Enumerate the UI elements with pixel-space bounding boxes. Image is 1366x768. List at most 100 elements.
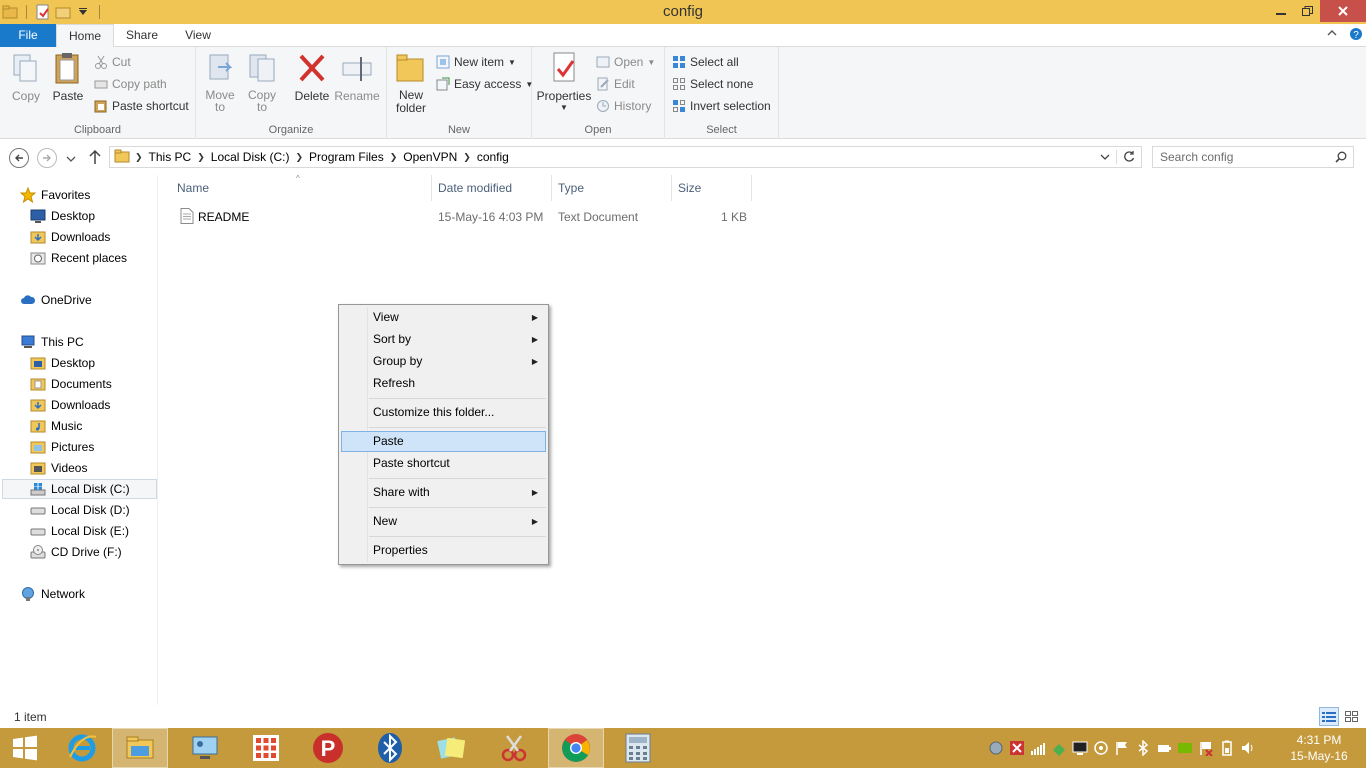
tab-share[interactable]: Share [116, 24, 168, 47]
open-button[interactable]: Open ▼ [596, 53, 655, 71]
nav-pc-downloads[interactable]: Downloads [30, 395, 110, 415]
history-button[interactable]: History [596, 97, 651, 115]
menu-item-refresh[interactable]: Refresh [341, 373, 546, 394]
show-hidden-icons-icon[interactable] [988, 740, 1004, 756]
menu-item-view[interactable]: View ▶ [341, 307, 546, 328]
bluetooth-taskbar-icon[interactable] [362, 728, 418, 768]
new-folder-button[interactable]: New folder [393, 51, 429, 115]
rename-button[interactable]: Rename [334, 51, 380, 103]
nav-pc-pictures[interactable]: Pictures [30, 437, 94, 457]
search-input[interactable]: Search config [1152, 146, 1354, 168]
forward-button[interactable] [37, 148, 57, 168]
details-view-button[interactable] [1319, 707, 1339, 726]
volume-app-tray-icon[interactable] [1093, 740, 1109, 756]
flag-tray-icon[interactable] [1114, 740, 1130, 756]
paste-shortcut-button[interactable]: Paste shortcut [94, 97, 189, 115]
back-button[interactable] [9, 148, 29, 168]
nav-pc-music[interactable]: Music [30, 416, 82, 436]
address-dropdown-icon[interactable] [1094, 150, 1117, 164]
psiphon-taskbar-icon[interactable]: P [300, 728, 356, 768]
clock[interactable]: 4:31 PM 15-May-16 [1286, 732, 1352, 764]
nav-pc-desktop[interactable]: Desktop [30, 353, 95, 373]
menu-item-new[interactable]: New ▶ [341, 511, 546, 532]
cut-button[interactable]: Cut [94, 53, 131, 71]
action-center-icon[interactable] [1198, 740, 1214, 757]
recent-locations-icon[interactable] [66, 152, 76, 166]
file-explorer-taskbar-icon[interactable] [112, 728, 168, 768]
new-item-button[interactable]: New item ▼ [436, 53, 516, 71]
tab-file[interactable]: File [0, 24, 56, 47]
sticky-notes-taskbar-icon[interactable] [424, 728, 480, 768]
minimize-button[interactable] [1268, 0, 1294, 22]
easy-access-button[interactable]: Easy access ▼ [436, 75, 533, 93]
copy-path-button[interactable]: Copy path [94, 75, 167, 93]
menu-item-group-by[interactable]: Group by ▶ [341, 351, 546, 372]
nav-fav-recent-places[interactable]: Recent places [30, 248, 127, 268]
apps-grid-taskbar-icon[interactable] [238, 728, 294, 768]
chevron-right-icon[interactable]: ❯ [293, 152, 305, 163]
calculator-taskbar-icon[interactable] [610, 728, 666, 768]
chrome-taskbar-icon[interactable] [548, 728, 604, 768]
snipping-tool-taskbar-icon[interactable] [486, 728, 542, 768]
large-icons-view-button[interactable] [1342, 707, 1362, 726]
start-button[interactable] [0, 728, 50, 768]
menu-item-paste-shortcut[interactable]: Paste shortcut [341, 453, 546, 474]
select-none-button[interactable]: Select none [672, 75, 753, 93]
select-all-button[interactable]: Select all [672, 53, 739, 71]
nvidia-tray-icon[interactable] [1177, 740, 1193, 756]
search-icon[interactable] [1335, 151, 1347, 166]
chevron-right-icon[interactable]: ❯ [461, 152, 473, 163]
refresh-icon[interactable] [1117, 150, 1141, 165]
menu-item-customize-folder[interactable]: Customize this folder... [341, 402, 546, 423]
menu-item-properties[interactable]: Properties [341, 540, 546, 561]
breadcrumb-config[interactable]: config [473, 150, 513, 164]
nav-network[interactable]: Network [20, 584, 85, 604]
column-date-modified[interactable]: Date modified [432, 175, 552, 201]
menu-item-sort-by[interactable]: Sort by ▶ [341, 329, 546, 350]
chevron-right-icon[interactable]: ❯ [133, 152, 145, 163]
delete-button[interactable]: Delete [294, 51, 330, 103]
move-to-button[interactable]: Move to [204, 51, 236, 113]
internet-explorer-taskbar-icon[interactable] [54, 728, 110, 768]
breadcrumb-program-files[interactable]: Program Files [305, 150, 388, 164]
battery-tray-icon[interactable] [1219, 740, 1235, 756]
menu-item-share-with[interactable]: Share with ▶ [341, 482, 546, 503]
chevron-right-icon[interactable]: ❯ [195, 152, 207, 163]
up-button[interactable] [88, 149, 102, 168]
nav-pc-cd-drive-f[interactable]: CD Drive (F:) [30, 542, 122, 562]
network-tray-icon[interactable] [1051, 740, 1067, 756]
bluetooth-tray-icon[interactable] [1135, 739, 1151, 757]
collapse-ribbon-icon[interactable] [1327, 28, 1337, 41]
help-icon[interactable]: ? [1349, 27, 1363, 44]
menu-item-paste[interactable]: Paste [341, 431, 546, 452]
nav-pc-videos[interactable]: Videos [30, 458, 87, 478]
invert-selection-button[interactable]: Invert selection [672, 97, 771, 115]
restore-button[interactable] [1294, 0, 1320, 22]
address-bar[interactable]: ❯ This PC ❯ Local Disk (C:) ❯ Program Fi… [109, 146, 1142, 168]
paste-button[interactable]: Paste [50, 51, 86, 103]
signal-strength-icon[interactable] [1030, 740, 1046, 756]
breadcrumb-this-pc[interactable]: This PC [145, 150, 196, 164]
copy-button[interactable]: Copy [8, 51, 44, 103]
display-tray-icon[interactable] [1072, 740, 1088, 756]
tab-view[interactable]: View [174, 24, 222, 47]
edit-button[interactable]: Edit [596, 75, 635, 93]
nav-fav-downloads[interactable]: Downloads [30, 227, 110, 247]
nav-pc-documents[interactable]: Documents [30, 374, 112, 394]
close-button[interactable] [1320, 0, 1366, 22]
tab-home[interactable]: Home [56, 24, 114, 48]
properties-button[interactable]: Properties ▼ [536, 51, 592, 113]
nav-pc-local-disk-c[interactable]: Local Disk (C:) [2, 479, 157, 499]
nav-fav-desktop[interactable]: Desktop [30, 206, 95, 226]
column-type[interactable]: Type [552, 175, 672, 201]
chevron-right-icon[interactable]: ❯ [388, 152, 400, 163]
column-size[interactable]: Size [672, 175, 752, 201]
remote-desktop-taskbar-icon[interactable] [177, 728, 233, 768]
file-row[interactable]: README 15-May-16 4:03 PM Text Document 1… [172, 207, 752, 227]
power-tray-icon[interactable] [1156, 740, 1172, 756]
security-alert-icon[interactable] [1009, 740, 1025, 756]
volume-icon[interactable] [1240, 740, 1256, 756]
breadcrumb-local-disk-c[interactable]: Local Disk (C:) [207, 150, 294, 164]
nav-this-pc[interactable]: This PC [20, 332, 84, 352]
nav-favorites[interactable]: Favorites [19, 185, 90, 205]
